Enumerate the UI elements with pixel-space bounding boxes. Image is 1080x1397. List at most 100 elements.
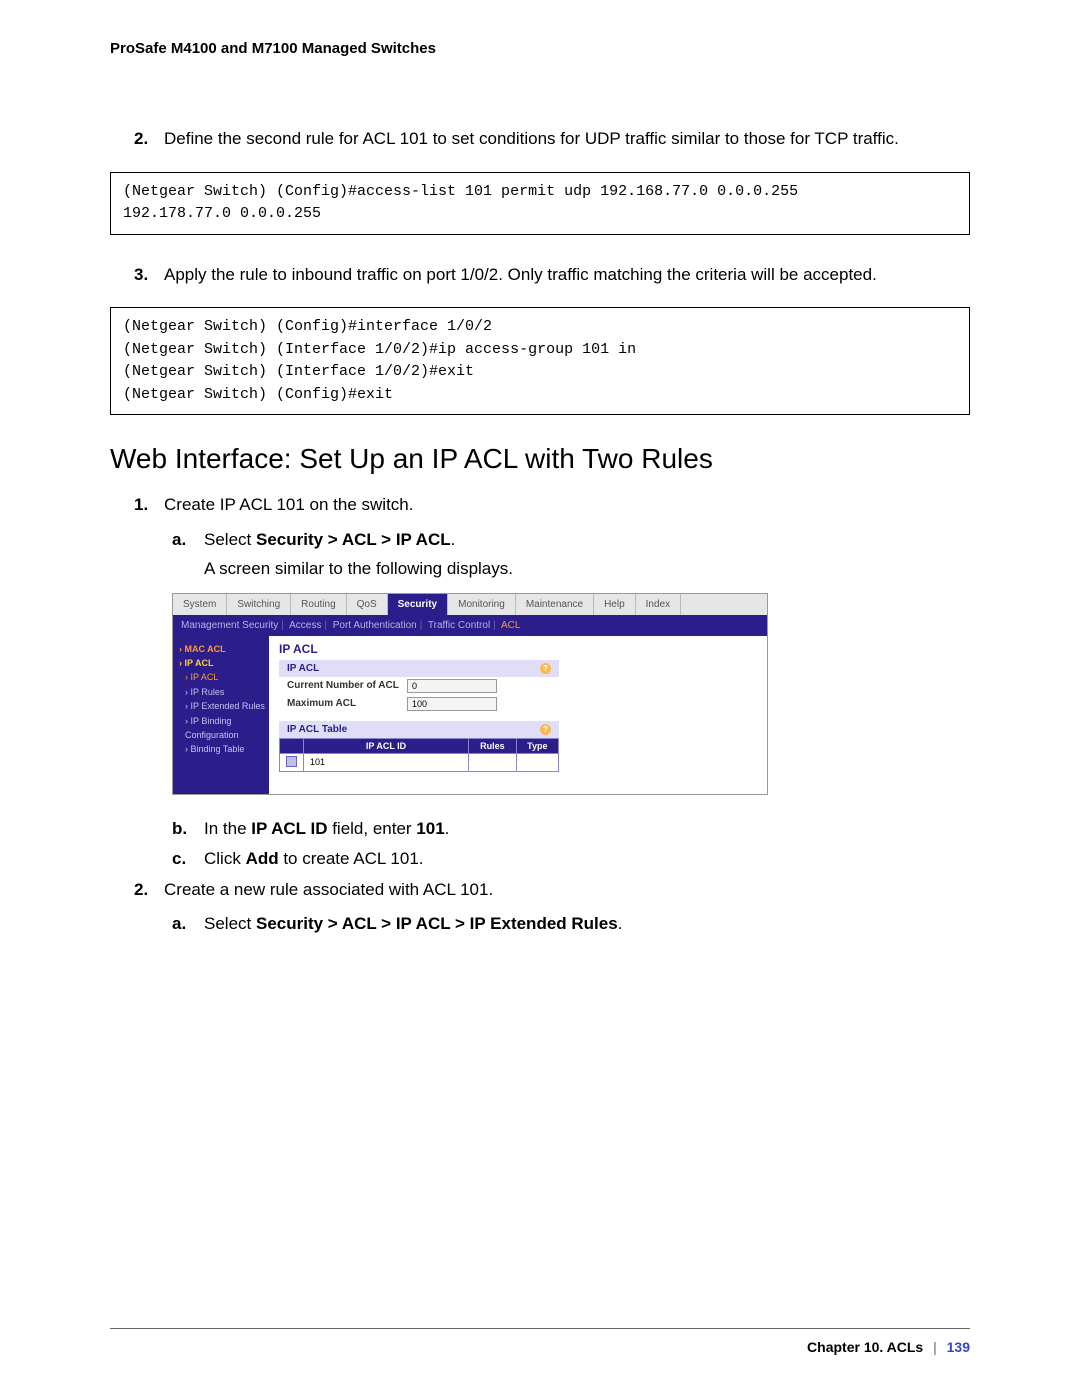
step-2: 2. Define the second rule for ACL 101 to… [110, 127, 970, 152]
tab-security[interactable]: Security [388, 594, 448, 615]
text-fragment: to create ACL 101. [279, 849, 424, 868]
tab-monitoring[interactable]: Monitoring [448, 594, 516, 615]
tab-switching[interactable]: Switching [227, 594, 291, 615]
sidebar-item-label: IP ACL [185, 658, 214, 668]
col-type: Type [516, 738, 558, 753]
help-icon[interactable]: ? [540, 724, 551, 735]
sidebar-mac-acl[interactable]: › MAC ACL [179, 642, 265, 656]
field-max-acl: Maximum ACL 100 [279, 695, 559, 713]
main-panel: IP ACL IP ACL ? Current Number of ACL 0 … [269, 636, 767, 794]
proc-step-1: 1. Create IP ACL 101 on the switch. [110, 493, 970, 518]
field-label: Current Number of ACL [287, 680, 407, 691]
bold-path: Security > ACL > IP ACL > IP Extended Ru… [256, 914, 618, 933]
step-text: Create a new rule associated with ACL 10… [164, 878, 970, 903]
sub-text: In the IP ACL ID field, enter 101. [204, 817, 970, 842]
tab-qos[interactable]: QoS [347, 594, 388, 615]
subtab-port-auth[interactable]: Port Authentication [333, 620, 417, 631]
tab-routing[interactable]: Routing [291, 594, 346, 615]
panel-header: IP ACL ? [279, 660, 559, 677]
embedded-ui-screenshot: System Switching Routing QoS Security Mo… [172, 593, 768, 795]
main-tabbar: System Switching Routing QoS Security Mo… [173, 594, 767, 615]
proc-step-1a-after: A screen similar to the following displa… [110, 559, 970, 579]
text-fragment: field, enter [327, 819, 416, 838]
field-current-acl: Current Number of ACL 0 [279, 677, 559, 695]
sub-text: Click Add to create ACL 101. [204, 847, 970, 872]
sidebar-item-ip-rules[interactable]: › IP Rules [179, 685, 265, 699]
step-number: 2. [134, 127, 154, 152]
tab-maintenance[interactable]: Maintenance [516, 594, 594, 615]
step-number: 1. [134, 493, 154, 518]
document-header: ProSafe M4100 and M7100 Managed Switches [110, 40, 970, 57]
text-fragment: In the [204, 819, 251, 838]
ip-acl-info-box: IP ACL ? Current Number of ACL 0 Maximum… [279, 660, 559, 713]
help-icon[interactable]: ? [540, 663, 551, 674]
sidebar-item-label: IP ACL [191, 672, 219, 682]
chapter-label: Chapter 10. ACLs [807, 1339, 923, 1355]
sidebar-item-ip-acl[interactable]: › IP ACL [179, 670, 265, 684]
bold-fragment: IP ACL ID [251, 819, 327, 838]
sub-tabbar: Management Security| Access| Port Authen… [173, 615, 767, 636]
sub-text: Select Security > ACL > IP ACL. [204, 528, 970, 553]
page-footer: Chapter 10. ACLs | 139 [110, 1328, 970, 1355]
proc-step-1a: a. Select Security > ACL > IP ACL. [110, 528, 970, 553]
row-checkbox[interactable] [286, 756, 297, 767]
col-ip-acl-id: IP ACL ID [304, 738, 469, 753]
sub-text: Select Security > ACL > IP ACL > IP Exte… [204, 912, 970, 937]
field-value: 0 [407, 679, 497, 693]
subtab-access[interactable]: Access [289, 620, 321, 631]
field-value: 100 [407, 697, 497, 711]
proc-step-1b: b. In the IP ACL ID field, enter 101. [110, 817, 970, 842]
bold-path: Security > ACL > IP ACL [256, 530, 451, 549]
bold-fragment: Add [246, 849, 279, 868]
sub-letter: b. [172, 817, 194, 842]
panel-header: IP ACL Table ? [279, 721, 559, 738]
step-number: 3. [134, 263, 154, 288]
sidebar-item-label: IP Rules [191, 687, 225, 697]
subtab-mgmt-security[interactable]: Management Security [181, 620, 278, 631]
sidebar-item-label: IP Binding Configuration [185, 716, 239, 740]
section-heading: Web Interface: Set Up an IP ACL with Two… [110, 443, 970, 475]
sub-letter: a. [172, 528, 194, 553]
text-fragment: . [451, 530, 456, 549]
subtab-traffic-control[interactable]: Traffic Control [428, 620, 490, 631]
text-fragment: Select [204, 914, 256, 933]
cell-type [516, 753, 558, 771]
proc-step-2a: a. Select Security > ACL > IP ACL > IP E… [110, 912, 970, 937]
page-number: 139 [947, 1339, 970, 1355]
tab-index[interactable]: Index [636, 594, 681, 615]
text-fragment: . [618, 914, 623, 933]
text-fragment: Click [204, 849, 246, 868]
text-fragment: . [445, 819, 450, 838]
tab-help[interactable]: Help [594, 594, 636, 615]
sidebar: › MAC ACL › IP ACL › IP ACL › IP Rules ›… [173, 636, 269, 794]
text-fragment: Select [204, 530, 256, 549]
step-text: Create IP ACL 101 on the switch. [164, 493, 970, 518]
panel-header-label: IP ACL [287, 663, 319, 674]
code-block-1: (Netgear Switch) (Config)#access-list 10… [110, 172, 970, 235]
ip-acl-table-box: IP ACL Table ? IP ACL ID Rules Type [279, 721, 559, 772]
step-3: 3. Apply the rule to inbound traffic on … [110, 263, 970, 288]
col-rules: Rules [469, 738, 517, 753]
sidebar-ip-acl[interactable]: › IP ACL [179, 656, 265, 670]
step-text: Apply the rule to inbound traffic on por… [164, 263, 970, 288]
sidebar-item-binding-table[interactable]: › Binding Table [179, 742, 265, 756]
sub-letter: a. [172, 912, 194, 937]
cell-rules [469, 753, 517, 771]
footer-separator: | [933, 1339, 937, 1355]
sidebar-item-label: Binding Table [191, 744, 245, 754]
sidebar-item-label: IP Extended Rules [191, 701, 265, 711]
panel-title: IP ACL [279, 642, 757, 656]
code-block-2: (Netgear Switch) (Config)#interface 1/0/… [110, 307, 970, 415]
table-row [280, 753, 559, 771]
proc-step-2: 2. Create a new rule associated with ACL… [110, 878, 970, 903]
sidebar-item-ip-ext-rules[interactable]: › IP Extended Rules [179, 699, 265, 713]
ip-acl-id-input[interactable] [310, 757, 462, 767]
sub-letter: c. [172, 847, 194, 872]
tab-system[interactable]: System [173, 594, 227, 615]
sidebar-item-ip-binding[interactable]: › IP Binding Configuration [179, 714, 265, 743]
ip-acl-table: IP ACL ID Rules Type [279, 738, 559, 772]
subtab-acl[interactable]: ACL [501, 620, 520, 631]
bold-fragment: 101 [416, 819, 444, 838]
field-label: Maximum ACL [287, 698, 407, 709]
panel-header-label: IP ACL Table [287, 724, 347, 735]
